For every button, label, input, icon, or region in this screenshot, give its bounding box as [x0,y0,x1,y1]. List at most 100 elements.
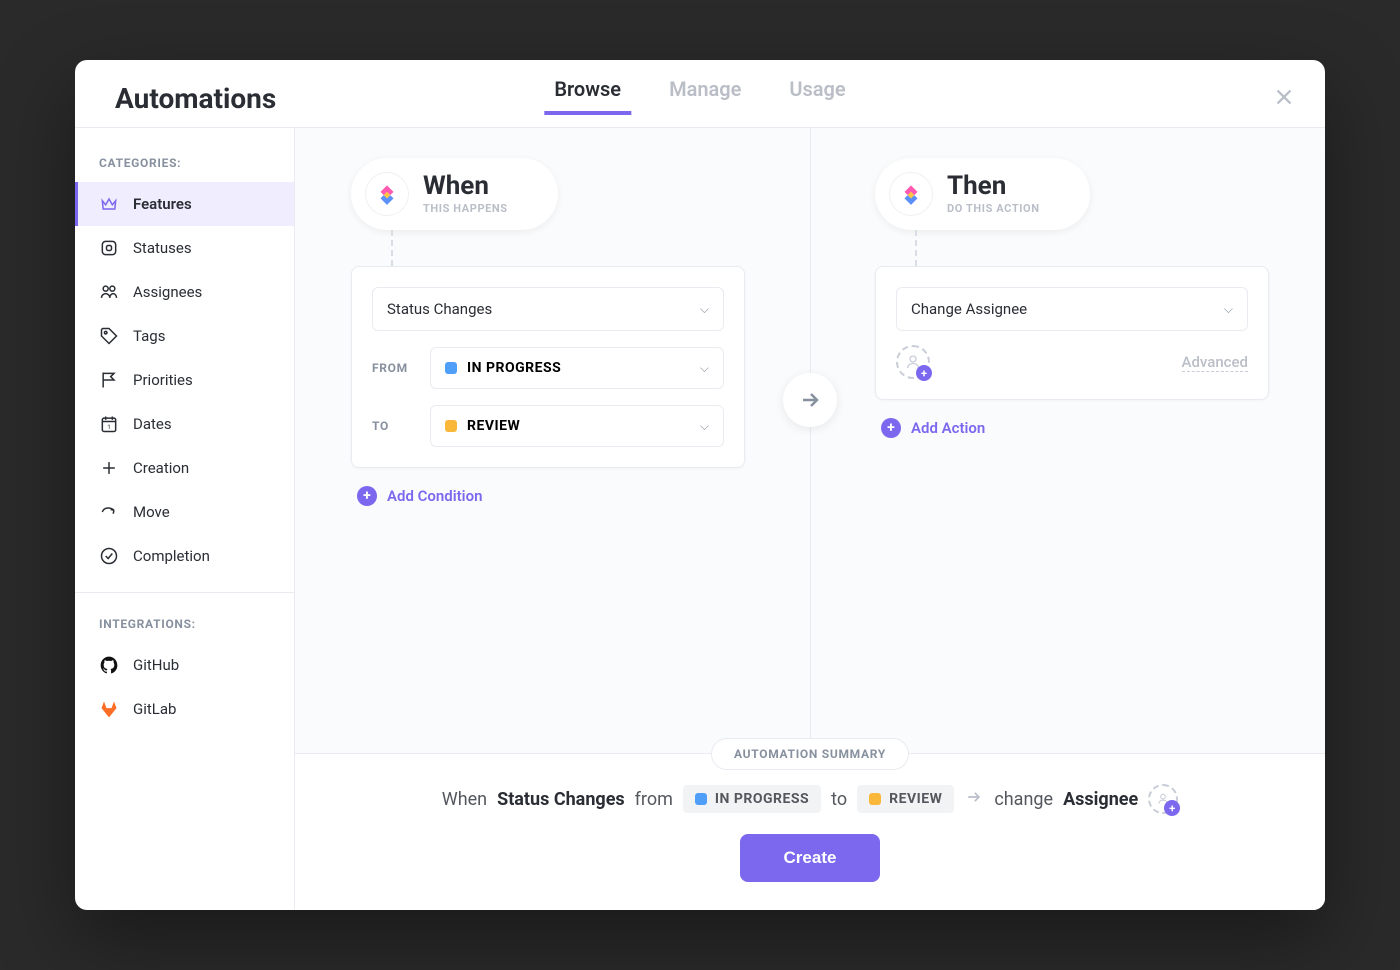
sidebar-item-statuses[interactable]: Statuses [75,226,294,270]
column-divider [810,128,811,753]
when-subtitle: THIS HAPPENS [423,202,508,215]
summary-change-word: change [994,789,1053,810]
from-status-value: IN PROGRESS [467,360,561,376]
sidebar-item-label: GitHub [133,656,179,674]
add-action-button[interactable]: + Add Action [881,418,985,438]
status-color-dot [869,793,881,805]
close-icon[interactable] [1273,82,1295,115]
sidebar-item-label: Completion [133,547,210,565]
sidebar-item-move[interactable]: Move [75,490,294,534]
github-icon [99,655,119,675]
sidebar-item-label: Features [133,195,192,213]
chevron-down-icon: ⌵ [700,361,709,376]
flag-icon [99,370,119,390]
tag-icon [99,326,119,346]
action-select[interactable]: Change Assignee ⌵ [896,287,1248,331]
sidebar-item-label: Move [133,503,170,521]
then-column: Then DO THIS ACTION Change Assignee ⌵ [875,158,1269,753]
gitlab-icon [99,699,119,719]
summary-from-status: IN PROGRESS [683,785,821,813]
sidebar-item-tags[interactable]: Tags [75,314,294,358]
plus-icon [99,458,119,478]
modal-header: Automations Browse Manage Usage [75,60,1325,115]
move-icon [99,502,119,522]
add-condition-label: Add Condition [387,487,482,505]
then-title: Then [947,173,1040,199]
sidebar-item-assignees[interactable]: Assignees [75,270,294,314]
status-color-dot [445,420,457,432]
builder-columns: When THIS HAPPENS Status Changes ⌵ FROM [295,128,1325,753]
summary-when-word: When [442,789,487,810]
from-status-select[interactable]: IN PROGRESS ⌵ [430,347,724,389]
connector-line [915,230,917,266]
automations-modal: Automations Browse Manage Usage CATEGORI… [75,60,1325,910]
trigger-select[interactable]: Status Changes ⌵ [372,287,724,331]
when-header-pill: When THIS HAPPENS [351,158,558,230]
sidebar-item-label: Priorities [133,371,193,389]
action-select-value: Change Assignee [911,300,1027,318]
modal-body: CATEGORIES: Features Statuses Assignees [75,128,1325,910]
trigger-select-value: Status Changes [387,300,492,318]
add-condition-button[interactable]: + Add Condition [357,486,482,506]
advanced-link[interactable]: Advanced [1182,353,1248,372]
status-color-dot [445,362,457,374]
to-label: TO [372,419,416,433]
add-assignee-button[interactable]: + [896,345,930,379]
from-label: FROM [372,361,416,375]
users-icon [99,282,119,302]
summary-to-status-label: REVIEW [889,791,942,807]
sidebar-heading-categories: CATEGORIES: [75,146,294,182]
summary-sentence: When Status Changes from IN PROGRESS to … [442,784,1178,814]
clickup-logo-icon [365,172,409,216]
to-status-value: REVIEW [467,418,520,434]
summary-from-status-label: IN PROGRESS [715,791,809,807]
tab-browse[interactable]: Browse [550,69,625,115]
automation-summary: AUTOMATION SUMMARY When Status Changes f… [295,753,1325,910]
sidebar-divider [75,592,294,593]
sidebar-item-creation[interactable]: Creation [75,446,294,490]
arrow-right-icon [964,787,984,812]
summary-to-status: REVIEW [857,785,954,813]
when-title: When [423,173,508,199]
sidebar-item-gitlab[interactable]: GitLab [75,687,294,731]
clickup-logo-icon [889,172,933,216]
svg-text:1: 1 [107,423,111,431]
status-color-dot [695,793,707,805]
summary-from-word: from [635,789,673,810]
square-icon [99,238,119,258]
when-column: When THIS HAPPENS Status Changes ⌵ FROM [351,158,745,753]
summary-add-assignee-button[interactable]: + [1148,784,1178,814]
summary-badge: AUTOMATION SUMMARY [711,738,909,770]
to-row: TO REVIEW ⌵ [372,405,724,447]
modal-title: Automations [115,82,276,115]
to-status-select[interactable]: REVIEW ⌵ [430,405,724,447]
sidebar-item-priorities[interactable]: Priorities [75,358,294,402]
tab-manage[interactable]: Manage [665,69,745,115]
sidebar-item-label: Statuses [133,239,192,257]
main-content: When THIS HAPPENS Status Changes ⌵ FROM [295,128,1325,910]
sidebar-item-label: Dates [133,415,172,433]
plus-badge-icon: + [1164,800,1180,816]
plus-circle-icon: + [881,418,901,438]
chevron-down-icon: ⌵ [700,419,709,434]
chevron-down-icon: ⌵ [700,302,709,317]
sidebar: CATEGORIES: Features Statuses Assignees [75,128,295,910]
sidebar-item-features[interactable]: Features [75,182,294,226]
sidebar-item-github[interactable]: GitHub [75,643,294,687]
sidebar-item-completion[interactable]: Completion [75,534,294,578]
tab-usage[interactable]: Usage [785,69,849,115]
crown-icon [99,194,119,214]
connector-line [391,230,393,266]
sidebar-item-dates[interactable]: 1 Dates [75,402,294,446]
from-row: FROM IN PROGRESS ⌵ [372,347,724,389]
chevron-down-icon: ⌵ [1224,302,1233,317]
sidebar-item-label: GitLab [133,700,176,718]
plus-circle-icon: + [357,486,377,506]
sidebar-item-label: Assignees [133,283,202,301]
arrow-right-icon [783,373,837,427]
when-card: Status Changes ⌵ FROM IN PROGRESS ⌵ [351,266,745,468]
sidebar-heading-integrations: INTEGRATIONS: [75,607,294,643]
create-button[interactable]: Create [740,834,881,882]
then-card: Change Assignee ⌵ + Advanced [875,266,1269,400]
header-tabs: Browse Manage Usage [550,69,849,115]
